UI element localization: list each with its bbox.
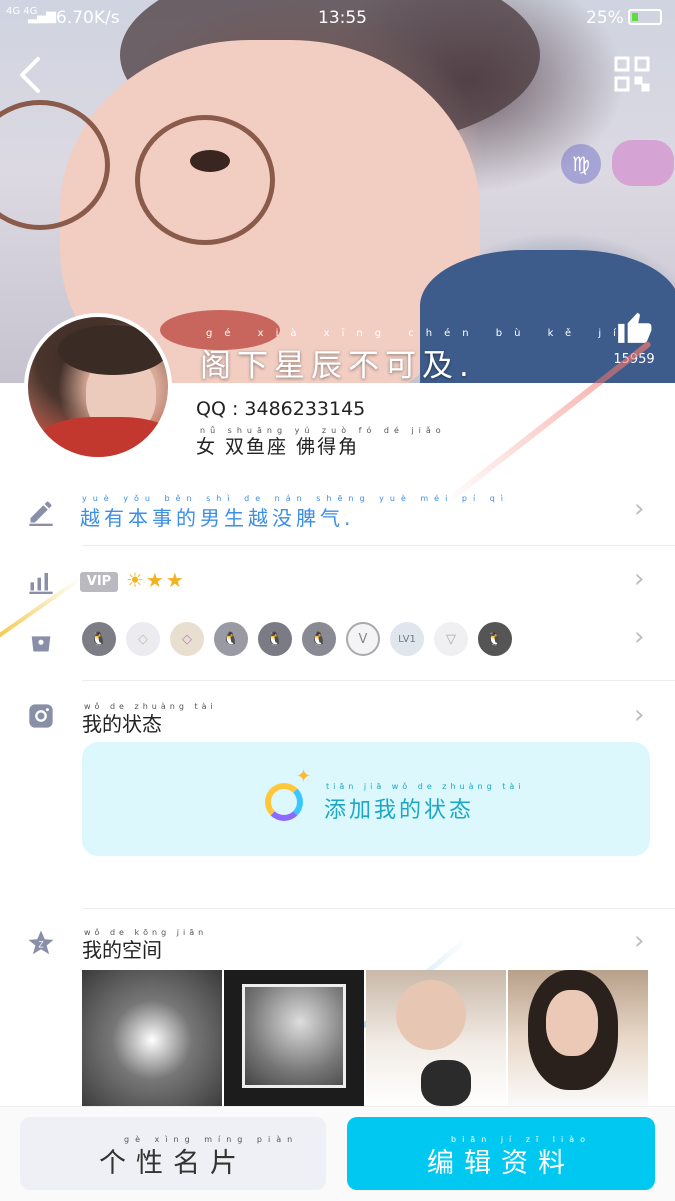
vip-row[interactable]: VIP ☀★★ › [0,550,675,610]
space-photo[interactable] [366,970,506,1106]
cloud-v-badge-icon[interactable]: V [346,622,380,656]
my-status-title: 我的状态 [82,712,162,736]
battery-percent: 25% [586,8,624,28]
back-icon[interactable] [12,55,48,95]
cover-eye [190,150,230,172]
penguin-cloud-badge-icon[interactable]: 🐧 [302,622,336,656]
avatar[interactable] [24,313,172,461]
badge-list: 🐧 ◇ ◇ 🐧 🐧 🐧 V LV1 ▽ 🐧 [82,622,512,656]
profile-card-button[interactable]: gè xìng míng piàn 个性名片 [20,1117,326,1190]
space-star-icon: Z [28,930,54,955]
badges-row[interactable]: 🐧 ◇ ◇ 🐧 🐧 🐧 V LV1 ▽ 🐧 › [0,612,675,672]
photo-frame [242,984,346,1088]
photo-shirt-print [421,1060,471,1106]
my-status-header[interactable]: wǒ de zhuàng tài 我的状态 › [0,688,675,742]
growth-chart-icon [29,573,53,594]
status-bar: 4G 4G ▂▄▆ 6.70K/s 13:55 25% [0,0,675,36]
my-space-header[interactable]: Z wǒ de kōng jiān 我的空间 › [0,914,675,968]
space-photo[interactable] [82,970,222,1106]
diamond-heart-badge-icon[interactable]: ◇ [170,622,204,656]
photo-person [396,980,466,1050]
chevron-right-icon: › [634,622,645,652]
qq-number: QQ : 3486233145 [196,398,366,420]
penguin-star-badge-icon[interactable]: 🐧 [214,622,248,656]
add-status-ring-icon [265,783,303,821]
signature-text: 越有本事的男生越没脾气. [80,506,355,530]
avatar-hair [58,325,168,375]
signature-row[interactable]: yuè yǒu běn shì de nán shēng yuè méi pí … [0,480,675,542]
penguin-badge-icon[interactable]: 🐧 [82,622,116,656]
chevron-right-icon: › [634,700,645,730]
chevron-right-icon: › [634,494,645,524]
instagram-camera-icon [29,704,53,728]
signal-icon: ▂▄▆ [28,9,56,24]
edit-pencil-icon [29,501,53,526]
clock: 13:55 [318,8,367,28]
edit-profile-pinyin: biān jí zī liào [451,1135,592,1144]
profile-card-pinyin: gè xìng míng piàn [124,1135,299,1144]
profile-info: 女 双鱼座 佛得角 [196,436,360,458]
svg-text:Z: Z [38,939,44,949]
add-status-button[interactable]: ✦ tiān jiā wǒ de zhuàng tài 添加我的状态 [82,742,650,856]
sparkle-icon: ✦ [296,766,312,787]
qr-code-icon[interactable] [614,56,650,92]
tuxedo-badge-icon[interactable]: ▽ [434,622,468,656]
battery-icon [628,9,662,25]
penguin-crown-badge-icon[interactable]: 🐧 [478,622,512,656]
chevron-right-icon: › [634,564,645,594]
diamond-badge-icon[interactable]: ◇ [126,622,160,656]
add-status-pinyin: tiān jiā wǒ de zhuàng tài [326,782,525,791]
vip-level-icons: ☀★★ [126,568,186,592]
edit-profile-button[interactable]: biān jí zī liào 编辑资料 [347,1117,655,1190]
photo-face [546,990,598,1056]
penguin-gem-badge-icon[interactable]: 🐧 [258,622,292,656]
profile-card-label: 个性名片 [99,1148,247,1179]
divider [82,545,675,546]
my-space-title: 我的空间 [82,938,162,962]
cover-title: 阁下星辰不可及. [200,348,475,383]
chevron-right-icon: › [634,926,645,956]
edit-profile-label: 编辑资料 [427,1148,575,1179]
cover-glasses-left [135,115,275,245]
divider [82,680,675,681]
vip-badge: VIP [80,572,118,592]
space-photo[interactable] [508,970,648,1106]
avatar-shirt [38,417,168,457]
network-speed: 6.70K/s [56,8,120,28]
space-photo[interactable] [224,970,364,1106]
divider [82,908,675,909]
badge-bag-icon [31,636,51,652]
zodiac-icon: ♍ [561,144,601,184]
add-status-label: 添加我的状态 [324,798,475,823]
decoration-badge-icon [612,140,674,186]
diamond-lv1-badge-icon[interactable]: LV1 [390,622,424,656]
cover-title-pinyin: gé xià xīng chén bù kě jí [206,328,628,339]
